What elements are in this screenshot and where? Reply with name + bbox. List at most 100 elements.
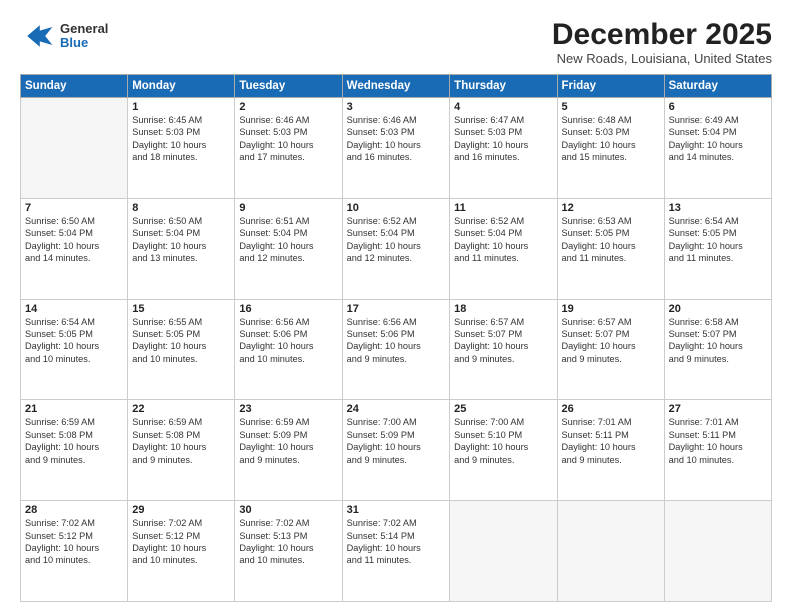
day-info: Sunrise: 6:56 AMSunset: 5:06 PMDaylight:… (239, 316, 337, 366)
day-info: Sunrise: 6:55 AMSunset: 5:05 PMDaylight:… (132, 316, 230, 366)
calendar-table: SundayMondayTuesdayWednesdayThursdayFrid… (20, 74, 772, 602)
day-number: 18 (454, 303, 552, 315)
day-number: 10 (347, 202, 446, 214)
week-row-5: 28Sunrise: 7:02 AMSunset: 5:12 PMDayligh… (21, 501, 772, 602)
title-block: December 2025 New Roads, Louisiana, Unit… (552, 18, 772, 66)
day-cell: 29Sunrise: 7:02 AMSunset: 5:12 PMDayligh… (128, 501, 235, 602)
day-info: Sunrise: 7:02 AMSunset: 5:12 PMDaylight:… (132, 517, 230, 567)
day-cell (664, 501, 771, 602)
day-info: Sunrise: 6:59 AMSunset: 5:09 PMDaylight:… (239, 416, 337, 466)
day-info: Sunrise: 7:02 AMSunset: 5:14 PMDaylight:… (347, 517, 446, 567)
day-cell: 7Sunrise: 6:50 AMSunset: 5:04 PMDaylight… (21, 198, 128, 299)
day-cell: 27Sunrise: 7:01 AMSunset: 5:11 PMDayligh… (664, 400, 771, 501)
day-number: 27 (669, 403, 767, 415)
col-header-wednesday: Wednesday (342, 75, 450, 98)
day-number: 2 (239, 101, 337, 113)
header: General Blue December 2025 New Roads, Lo… (20, 18, 772, 66)
day-cell: 1Sunrise: 6:45 AMSunset: 5:03 PMDaylight… (128, 98, 235, 199)
day-number: 15 (132, 303, 230, 315)
logo-general-text: General (60, 22, 108, 36)
location: New Roads, Louisiana, United States (552, 51, 772, 66)
logo-text: General Blue (60, 22, 108, 51)
col-header-saturday: Saturday (664, 75, 771, 98)
day-info: Sunrise: 6:47 AMSunset: 5:03 PMDaylight:… (454, 114, 552, 164)
day-info: Sunrise: 6:54 AMSunset: 5:05 PMDaylight:… (669, 215, 767, 265)
day-number: 21 (25, 403, 123, 415)
day-cell: 14Sunrise: 6:54 AMSunset: 5:05 PMDayligh… (21, 299, 128, 400)
day-number: 20 (669, 303, 767, 315)
day-number: 8 (132, 202, 230, 214)
day-info: Sunrise: 6:56 AMSunset: 5:06 PMDaylight:… (347, 316, 446, 366)
day-info: Sunrise: 7:02 AMSunset: 5:13 PMDaylight:… (239, 517, 337, 567)
day-info: Sunrise: 6:45 AMSunset: 5:03 PMDaylight:… (132, 114, 230, 164)
day-number: 5 (562, 101, 660, 113)
day-number: 6 (669, 101, 767, 113)
day-info: Sunrise: 6:59 AMSunset: 5:08 PMDaylight:… (132, 416, 230, 466)
day-number: 31 (347, 504, 446, 516)
day-cell: 2Sunrise: 6:46 AMSunset: 5:03 PMDaylight… (235, 98, 342, 199)
day-number: 9 (239, 202, 337, 214)
day-cell: 31Sunrise: 7:02 AMSunset: 5:14 PMDayligh… (342, 501, 450, 602)
day-info: Sunrise: 7:01 AMSunset: 5:11 PMDaylight:… (669, 416, 767, 466)
month-title: December 2025 (552, 18, 772, 51)
day-number: 19 (562, 303, 660, 315)
day-info: Sunrise: 6:59 AMSunset: 5:08 PMDaylight:… (25, 416, 123, 466)
page: General Blue December 2025 New Roads, Lo… (0, 0, 792, 612)
day-info: Sunrise: 6:50 AMSunset: 5:04 PMDaylight:… (25, 215, 123, 265)
day-cell: 23Sunrise: 6:59 AMSunset: 5:09 PMDayligh… (235, 400, 342, 501)
day-info: Sunrise: 6:50 AMSunset: 5:04 PMDaylight:… (132, 215, 230, 265)
day-cell: 24Sunrise: 7:00 AMSunset: 5:09 PMDayligh… (342, 400, 450, 501)
day-cell: 3Sunrise: 6:46 AMSunset: 5:03 PMDaylight… (342, 98, 450, 199)
day-number: 3 (347, 101, 446, 113)
day-info: Sunrise: 6:46 AMSunset: 5:03 PMDaylight:… (347, 114, 446, 164)
day-cell (557, 501, 664, 602)
day-number: 25 (454, 403, 552, 415)
day-cell (450, 501, 557, 602)
day-cell: 30Sunrise: 7:02 AMSunset: 5:13 PMDayligh… (235, 501, 342, 602)
day-number: 13 (669, 202, 767, 214)
day-number: 11 (454, 202, 552, 214)
day-cell: 12Sunrise: 6:53 AMSunset: 5:05 PMDayligh… (557, 198, 664, 299)
day-number: 23 (239, 403, 337, 415)
day-cell: 16Sunrise: 6:56 AMSunset: 5:06 PMDayligh… (235, 299, 342, 400)
week-row-2: 7Sunrise: 6:50 AMSunset: 5:04 PMDaylight… (21, 198, 772, 299)
day-number: 17 (347, 303, 446, 315)
day-cell (21, 98, 128, 199)
day-cell: 4Sunrise: 6:47 AMSunset: 5:03 PMDaylight… (450, 98, 557, 199)
day-number: 4 (454, 101, 552, 113)
day-number: 1 (132, 101, 230, 113)
day-cell: 9Sunrise: 6:51 AMSunset: 5:04 PMDaylight… (235, 198, 342, 299)
day-info: Sunrise: 7:02 AMSunset: 5:12 PMDaylight:… (25, 517, 123, 567)
day-info: Sunrise: 7:00 AMSunset: 5:09 PMDaylight:… (347, 416, 446, 466)
col-header-thursday: Thursday (450, 75, 557, 98)
day-number: 14 (25, 303, 123, 315)
day-cell: 22Sunrise: 6:59 AMSunset: 5:08 PMDayligh… (128, 400, 235, 501)
day-cell: 17Sunrise: 6:56 AMSunset: 5:06 PMDayligh… (342, 299, 450, 400)
day-cell: 20Sunrise: 6:58 AMSunset: 5:07 PMDayligh… (664, 299, 771, 400)
day-number: 16 (239, 303, 337, 315)
day-cell: 13Sunrise: 6:54 AMSunset: 5:05 PMDayligh… (664, 198, 771, 299)
day-info: Sunrise: 6:52 AMSunset: 5:04 PMDaylight:… (454, 215, 552, 265)
day-cell: 21Sunrise: 6:59 AMSunset: 5:08 PMDayligh… (21, 400, 128, 501)
day-cell: 19Sunrise: 6:57 AMSunset: 5:07 PMDayligh… (557, 299, 664, 400)
day-cell: 11Sunrise: 6:52 AMSunset: 5:04 PMDayligh… (450, 198, 557, 299)
day-number: 30 (239, 504, 337, 516)
day-info: Sunrise: 6:57 AMSunset: 5:07 PMDaylight:… (562, 316, 660, 366)
day-number: 22 (132, 403, 230, 415)
day-info: Sunrise: 6:53 AMSunset: 5:05 PMDaylight:… (562, 215, 660, 265)
day-info: Sunrise: 6:49 AMSunset: 5:04 PMDaylight:… (669, 114, 767, 164)
day-info: Sunrise: 6:58 AMSunset: 5:07 PMDaylight:… (669, 316, 767, 366)
day-info: Sunrise: 6:57 AMSunset: 5:07 PMDaylight:… (454, 316, 552, 366)
day-number: 29 (132, 504, 230, 516)
day-cell: 6Sunrise: 6:49 AMSunset: 5:04 PMDaylight… (664, 98, 771, 199)
day-number: 7 (25, 202, 123, 214)
day-number: 26 (562, 403, 660, 415)
col-header-monday: Monday (128, 75, 235, 98)
week-row-4: 21Sunrise: 6:59 AMSunset: 5:08 PMDayligh… (21, 400, 772, 501)
day-cell: 28Sunrise: 7:02 AMSunset: 5:12 PMDayligh… (21, 501, 128, 602)
day-info: Sunrise: 7:00 AMSunset: 5:10 PMDaylight:… (454, 416, 552, 466)
day-cell: 18Sunrise: 6:57 AMSunset: 5:07 PMDayligh… (450, 299, 557, 400)
logo-icon (20, 18, 56, 54)
logo-blue-text: Blue (60, 36, 108, 50)
day-number: 12 (562, 202, 660, 214)
